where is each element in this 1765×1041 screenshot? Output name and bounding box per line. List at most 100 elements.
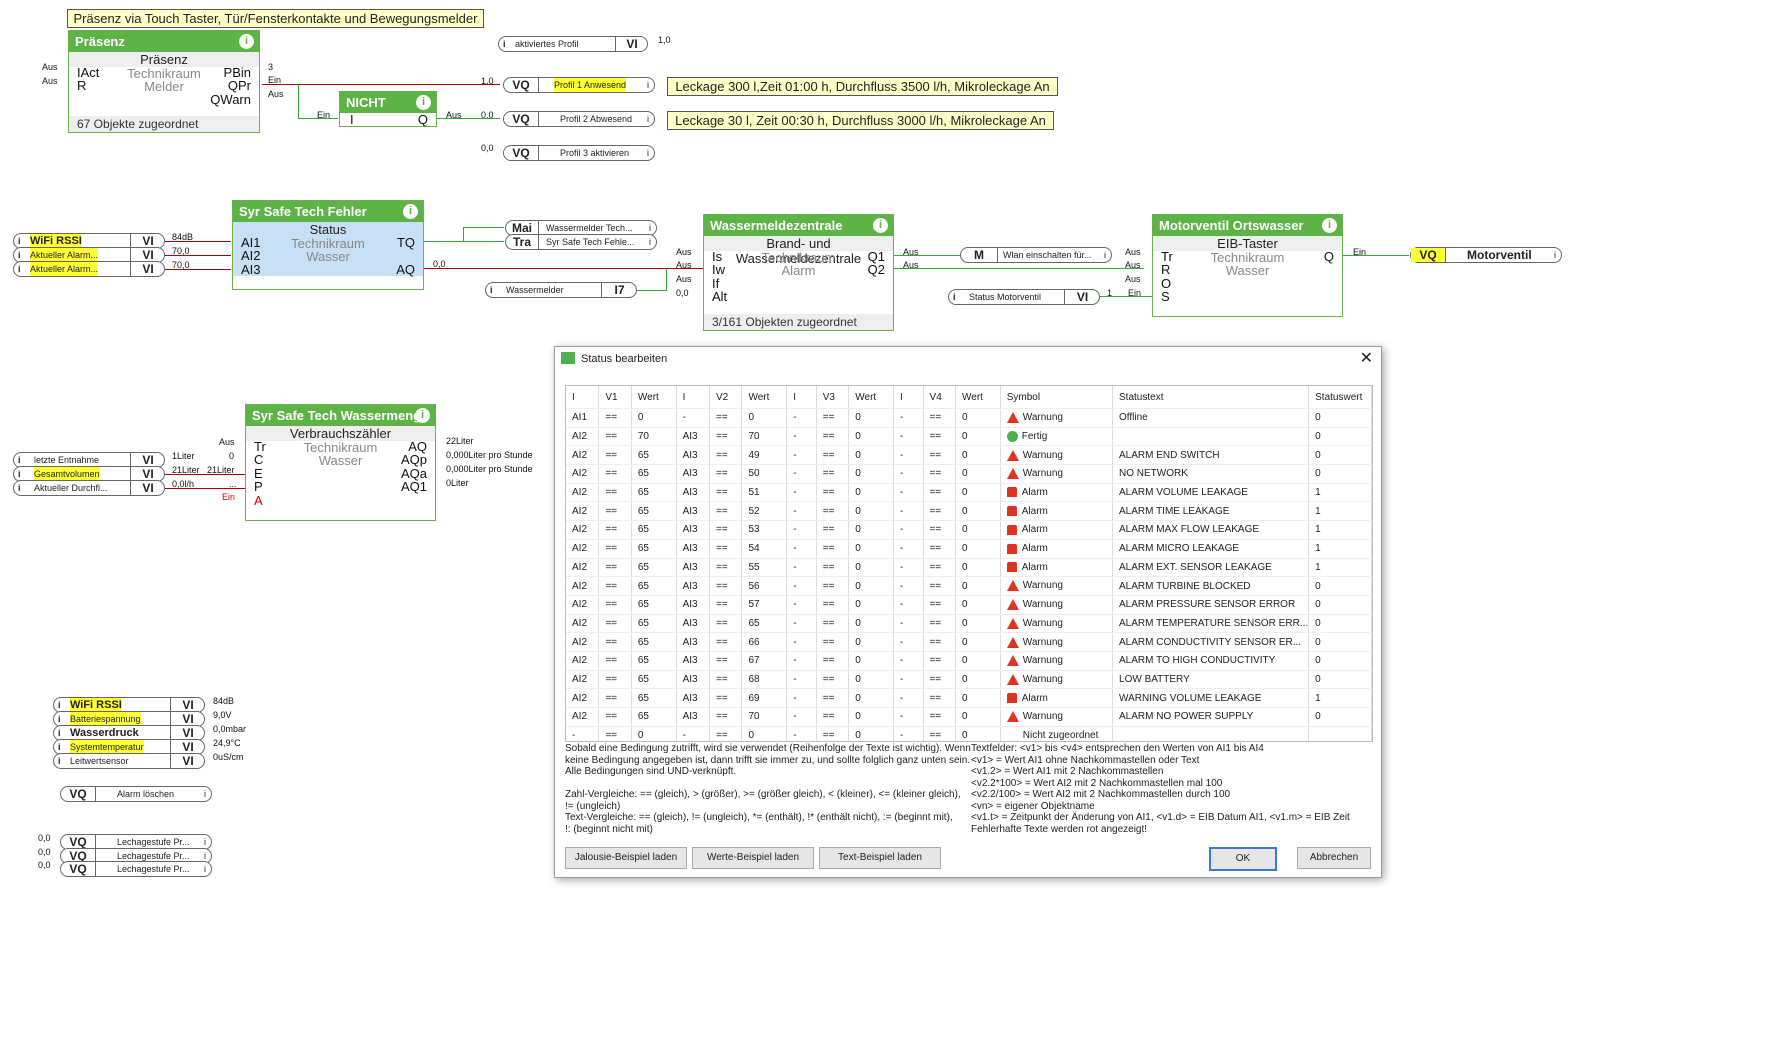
port-ai2[interactable]: AI2 bbox=[241, 248, 261, 263]
table-row[interactable]: AI2 == 70 AI3 == 70- == 0- == 0 Fertig 0 bbox=[566, 427, 1372, 447]
profile-2[interactable]: VQ Profil 2 Abwesend i bbox=[503, 111, 655, 127]
motorventil-output[interactable]: VQ Motorventil i bbox=[1410, 247, 1562, 263]
column-header[interactable]: I bbox=[566, 386, 600, 409]
tra-output[interactable]: Tra Syr Safe Tech Fehle... i bbox=[505, 234, 657, 250]
port-a[interactable]: A bbox=[254, 493, 263, 508]
label: Aktueller Alarm... bbox=[30, 262, 99, 276]
table-cell: 0 bbox=[631, 726, 677, 741]
port-iw[interactable]: Iw bbox=[712, 262, 725, 277]
port-tq[interactable]: TQ bbox=[397, 235, 415, 250]
table-row[interactable]: AI2 == 65 AI3 == 65- == 0- == 0 Warnung ALARM TEMPE… bbox=[566, 614, 1372, 634]
column-header[interactable]: V3 bbox=[816, 386, 850, 409]
motor-block[interactable]: Motorventil Ortswasser i EIB-Taster Techn… bbox=[1152, 214, 1343, 317]
profile-active[interactable]: i aktiviertes Profil VI bbox=[498, 36, 648, 52]
table-row[interactable]: AI2 == 65 AI3 == 68- == 0- == 0 Warnung LOW BATTERY… bbox=[566, 670, 1372, 690]
table-row[interactable]: AI2 == 65 AI3 == 52- == 0- == 0 Alarm ALARM TIME LE… bbox=[566, 501, 1372, 522]
info-icon[interactable]: i bbox=[416, 95, 431, 110]
table-row[interactable]: AI2 == 65 AI3 == 50- == 0- == 0 Warnung NO NETWORK 0 bbox=[566, 464, 1372, 484]
werte-example-button[interactable]: Werte-Beispiel laden bbox=[692, 847, 814, 869]
table-row[interactable]: AI2 == 65 AI3 == 56- == 0- == 0 Warnung ALARM TURBI… bbox=[566, 576, 1372, 596]
table-row[interactable]: - == 0- == 0- == 0- == 0 Nicht zugeordnet bbox=[566, 726, 1372, 741]
port-alt[interactable]: Alt bbox=[712, 289, 727, 304]
jalousie-example-button[interactable]: Jalousie-Beispiel laden bbox=[565, 847, 687, 869]
sensor-conductivity[interactable]: i Leitwertsensor VI bbox=[53, 753, 205, 769]
table-row[interactable]: AI2 == 65 AI3 == 57- == 0- == 0 Warnung ALARM PRESS… bbox=[566, 595, 1372, 615]
table-row[interactable]: AI2 == 65 AI3 == 69- == 0- == 0 Alarm WARNING VOLUM… bbox=[566, 688, 1372, 708]
status-motorventil[interactable]: i Status Motorventil VI bbox=[948, 289, 1100, 305]
wassermelder-input[interactable]: i Wassermelder I7 bbox=[485, 282, 637, 298]
port-qwarn[interactable]: QWarn bbox=[210, 92, 251, 107]
column-header[interactable]: I bbox=[893, 386, 924, 409]
table-cell: AI3 bbox=[676, 464, 711, 484]
info-icon[interactable]: i bbox=[403, 204, 418, 219]
cancel-button[interactable]: Abbrechen bbox=[1297, 847, 1371, 869]
column-header[interactable]: Wert bbox=[955, 386, 1001, 409]
table-cell: == bbox=[598, 464, 632, 484]
column-header[interactable]: V4 bbox=[923, 386, 957, 409]
column-header[interactable]: I bbox=[676, 386, 711, 409]
menge-block[interactable]: Syr Safe Tech Wassermenge i Verbrauchszäh… bbox=[245, 404, 436, 521]
column-header[interactable]: Wert bbox=[741, 386, 788, 409]
dialog-titlebar[interactable]: Status bearbeiten ✕ bbox=[555, 347, 1381, 371]
column-header[interactable]: V2 bbox=[709, 386, 743, 409]
value: 0Liter bbox=[446, 478, 469, 488]
column-header[interactable]: Wert bbox=[848, 386, 894, 409]
info-icon[interactable]: i bbox=[1322, 218, 1337, 233]
port-aq[interactable]: AQ bbox=[396, 262, 415, 277]
fehler-input-alarm2[interactable]: i Aktueller Alarm... VI bbox=[13, 261, 165, 277]
praesenz-block[interactable]: Präsenz i Präsenz Technikraum Melder IAct… bbox=[68, 30, 260, 133]
port-q[interactable]: Q bbox=[1324, 249, 1334, 264]
port-r[interactable]: R bbox=[1161, 262, 1170, 277]
nicht-block[interactable]: NICHT i I Q bbox=[339, 91, 437, 127]
table-row[interactable]: AI2 == 65 AI3 == 70- == 0- == 0 Warnung ALARM NO PO… bbox=[566, 707, 1372, 727]
table-row[interactable]: AI2 == 65 AI3 == 55- == 0- == 0 Alarm ALARM EXT. SE… bbox=[566, 558, 1372, 578]
table-cell: 0 bbox=[955, 707, 1001, 727]
port-qpr[interactable]: QPr bbox=[228, 78, 251, 93]
status-table[interactable]: I V1 Wert I V2 Wert I V3 Wert I V4 Wert Symbol Status… bbox=[565, 385, 1373, 742]
column-header[interactable]: I bbox=[786, 386, 817, 409]
table-row[interactable]: AI2 == 65 AI3 == 67- == 0- == 0 Warnung ALARM TO HI… bbox=[566, 651, 1372, 671]
table-cell: 0 bbox=[631, 408, 677, 428]
port-s[interactable]: S bbox=[1161, 289, 1170, 304]
table-cell: == bbox=[923, 595, 957, 615]
port-q[interactable]: Q bbox=[418, 112, 428, 127]
column-header[interactable]: V1 bbox=[598, 386, 632, 409]
port-r[interactable]: R bbox=[77, 78, 86, 93]
table-row[interactable]: AI1 == 0- == 0- == 0- == 0 Warnung Offline 0 bbox=[566, 408, 1372, 428]
port-c[interactable]: C bbox=[254, 452, 263, 467]
ok-button[interactable]: OK bbox=[1209, 847, 1277, 871]
table-row[interactable]: AI2 == 65 AI3 == 54- == 0- == 0 Alarm ALARM MICRO L… bbox=[566, 539, 1372, 559]
close-icon[interactable]: ✕ bbox=[1360, 347, 1373, 371]
profile-3[interactable]: VQ Profil 3 aktivieren i bbox=[503, 145, 655, 161]
info-icon[interactable]: i bbox=[415, 408, 430, 423]
table-cell: - bbox=[893, 408, 924, 428]
port-p[interactable]: P bbox=[254, 479, 263, 494]
wlan-output[interactable]: M Wlan einschalten für... i bbox=[960, 247, 1112, 263]
zentrale-block[interactable]: Wassermeldezentrale i Brand- und Wasserme… bbox=[703, 214, 894, 331]
column-header[interactable]: Statuswert bbox=[1308, 386, 1372, 409]
lechage-2[interactable]: VQ Lechagestufe Pr... i bbox=[60, 861, 212, 877]
port-q2[interactable]: Q2 bbox=[868, 262, 885, 277]
alarm-loeschen[interactable]: VQ Alarm löschen i bbox=[60, 786, 212, 802]
text-example-button[interactable]: Text-Beispiel laden bbox=[819, 847, 941, 869]
menge-input-2[interactable]: i Aktueller Durchfl... VI bbox=[13, 480, 165, 496]
port-aq1[interactable]: AQ1 bbox=[401, 479, 427, 494]
column-header[interactable]: Symbol bbox=[1000, 386, 1114, 409]
table-row[interactable]: AI2 == 65 AI3 == 51- == 0- == 0 Alarm ALARM VOLUME … bbox=[566, 483, 1372, 503]
table-row[interactable]: AI2 == 65 AI3 == 66- == 0- == 0 Warnung ALARM CONDU… bbox=[566, 632, 1372, 652]
profile-1[interactable]: VQ Profil 1 Anwesend i bbox=[503, 77, 655, 93]
fehler-block[interactable]: Syr Safe Tech Fehler i Status Technikraum… bbox=[232, 200, 424, 290]
port-aqp[interactable]: AQp bbox=[401, 452, 427, 467]
port-i[interactable]: I bbox=[350, 112, 354, 127]
table-row[interactable]: AI2 == 65 AI3 == 53- == 0- == 0 Alarm ALARM MAX FLO… bbox=[566, 520, 1372, 540]
lbl: Aus bbox=[219, 437, 235, 447]
table-cell: == bbox=[923, 464, 957, 484]
table-cell: == bbox=[923, 520, 957, 540]
status-dialog[interactable]: Status bearbeiten ✕ I V1 Wert I V2 Wert I V3 Wer… bbox=[554, 346, 1382, 878]
port-ai3[interactable]: AI3 bbox=[241, 262, 261, 277]
info-icon[interactable]: i bbox=[239, 34, 254, 49]
info-icon[interactable]: i bbox=[873, 218, 888, 233]
column-header[interactable]: Statustext bbox=[1112, 386, 1310, 409]
table-row[interactable]: AI2 == 65 AI3 == 49- == 0- == 0 Warnung ALARM END S… bbox=[566, 445, 1372, 466]
column-header[interactable]: Wert bbox=[631, 386, 677, 409]
